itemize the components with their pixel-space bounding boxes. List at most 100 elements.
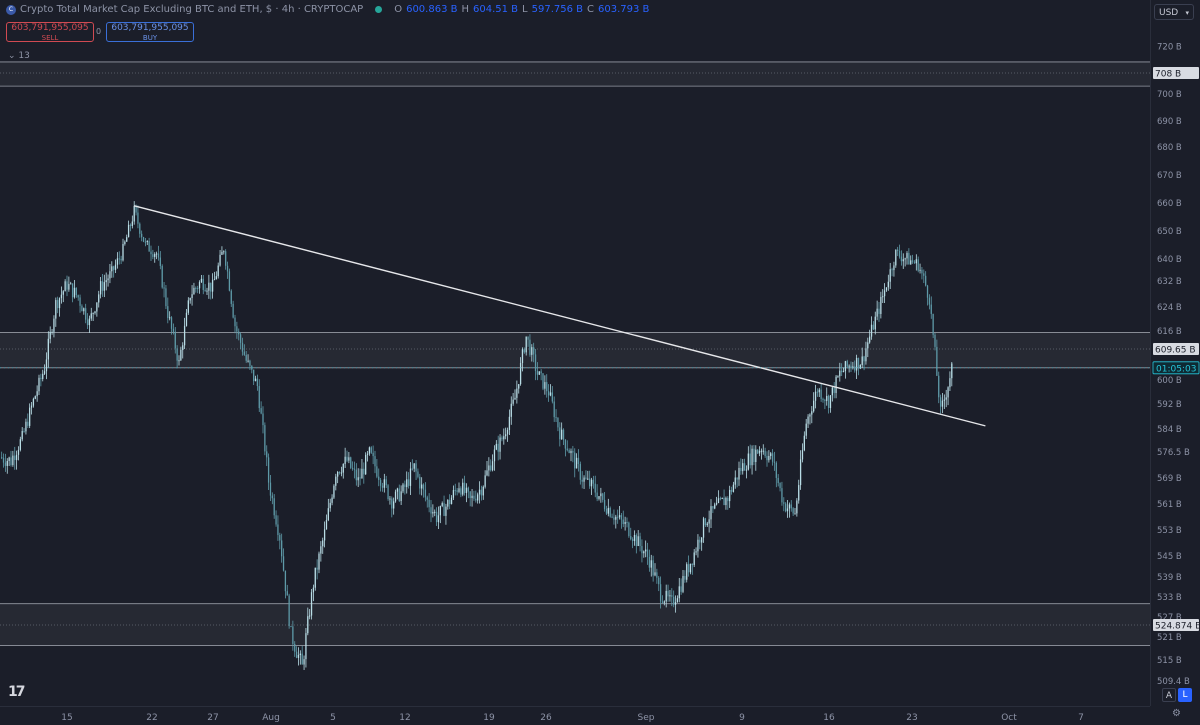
candle-body [141,233,143,238]
candle-body [36,391,38,397]
candle-body [841,370,843,373]
candle-body [865,348,867,362]
candle-body [338,471,341,473]
candle-body [872,324,875,330]
log-scale-button[interactable]: L [1178,688,1192,702]
candle-body [751,448,753,466]
candle-body [911,260,914,262]
candle-body [869,336,871,343]
candle-body [854,366,856,371]
candle-body [460,488,462,495]
candle-body [98,294,100,303]
candle-body [14,455,16,461]
candle-body [557,417,559,428]
candle-body [521,349,524,363]
candle-body [708,519,710,524]
candle-body [725,497,727,506]
time-tick-label: Aug [262,713,280,723]
zone-band [0,61,1150,87]
close-value: 603.793 B [598,4,650,15]
candle-body [585,477,587,479]
candle-body [770,453,772,456]
candle-body [936,346,938,376]
sell-button[interactable]: 603,791,955,095 SELL [6,22,94,42]
candle-body [113,266,115,270]
currency-select[interactable]: USD ▾ [1154,4,1194,20]
indicators-toggle[interactable]: ⌄ 13 [8,51,30,61]
price-tick-label: 521 B [1157,633,1182,643]
candle-body [32,398,35,406]
candle-body [238,331,240,335]
candle-body [23,431,25,433]
time-tick-label: 27 [207,713,218,723]
candle-body [445,506,447,516]
candle-body [568,450,570,454]
candle-body [699,539,701,543]
candle-body [435,511,438,523]
candle-body [284,570,287,592]
candle-body [379,479,382,486]
candle-body [893,265,895,271]
candle-body [587,478,589,480]
candle-body [665,590,667,602]
candle-body [637,536,639,547]
candle-body [256,378,259,387]
candle-body [803,435,805,451]
candle-body [525,336,527,353]
candle-body [645,549,647,552]
candle-body [331,497,333,503]
time-axis[interactable]: 15 22 27 Aug 5 12 19 26 Sep 9 16 23 Oct 7 [0,706,1150,725]
candle-body [519,362,522,385]
candle-body [880,296,882,314]
candle-body [855,357,858,371]
candle-body [781,488,783,503]
candle-body [299,653,301,655]
candle-body [908,253,910,265]
candle-body [947,387,949,398]
candle-body [260,408,262,414]
candle-body [376,466,378,477]
candle-body [73,287,76,298]
candle-body [303,659,305,665]
candle-body [413,463,415,469]
candle-body [844,361,847,372]
candle-body [837,376,839,378]
candle-body [939,397,942,407]
price-tick-label: 720 B [1157,42,1182,52]
candle-body [402,484,404,492]
candle-body [47,338,49,360]
price-axis[interactable]: 720 B 708 B 700 B 690 B 680 B 670 B 660 B 650 B… [1150,0,1200,706]
candle-body [706,523,708,526]
candle-body [340,472,343,474]
symbol-title[interactable]: Crypto Total Market Cap Excluding BTC an… [20,4,363,15]
candle-body [159,257,161,266]
candle-body [771,453,774,462]
candle-body [193,287,195,295]
candle-body [189,297,191,301]
candle-body [575,457,578,469]
buy-button[interactable]: 603,791,955,095 BUY [106,22,194,42]
candle-body [536,370,539,375]
candle-body [484,475,486,487]
candle-body [15,454,18,461]
chart-area[interactable] [0,0,1150,706]
candle-body [389,498,391,500]
candle-body [320,546,322,554]
candle-body [228,271,231,291]
candle-body [152,254,154,257]
gear-icon[interactable]: ⚙ [1172,708,1181,719]
candle-body [775,462,777,478]
candle-body [71,283,74,298]
candle-body [202,278,204,290]
candle-body [609,507,611,517]
candle-body [883,290,886,297]
candle-body [941,400,944,407]
candle-body [129,224,132,226]
candle-body [378,476,380,480]
candlestick-chart[interactable] [0,0,1150,706]
candle-body [432,512,434,514]
auto-scale-button[interactable]: A [1162,688,1176,702]
candle-body [757,449,759,454]
candle-body [792,508,794,514]
candle-body [850,365,852,368]
